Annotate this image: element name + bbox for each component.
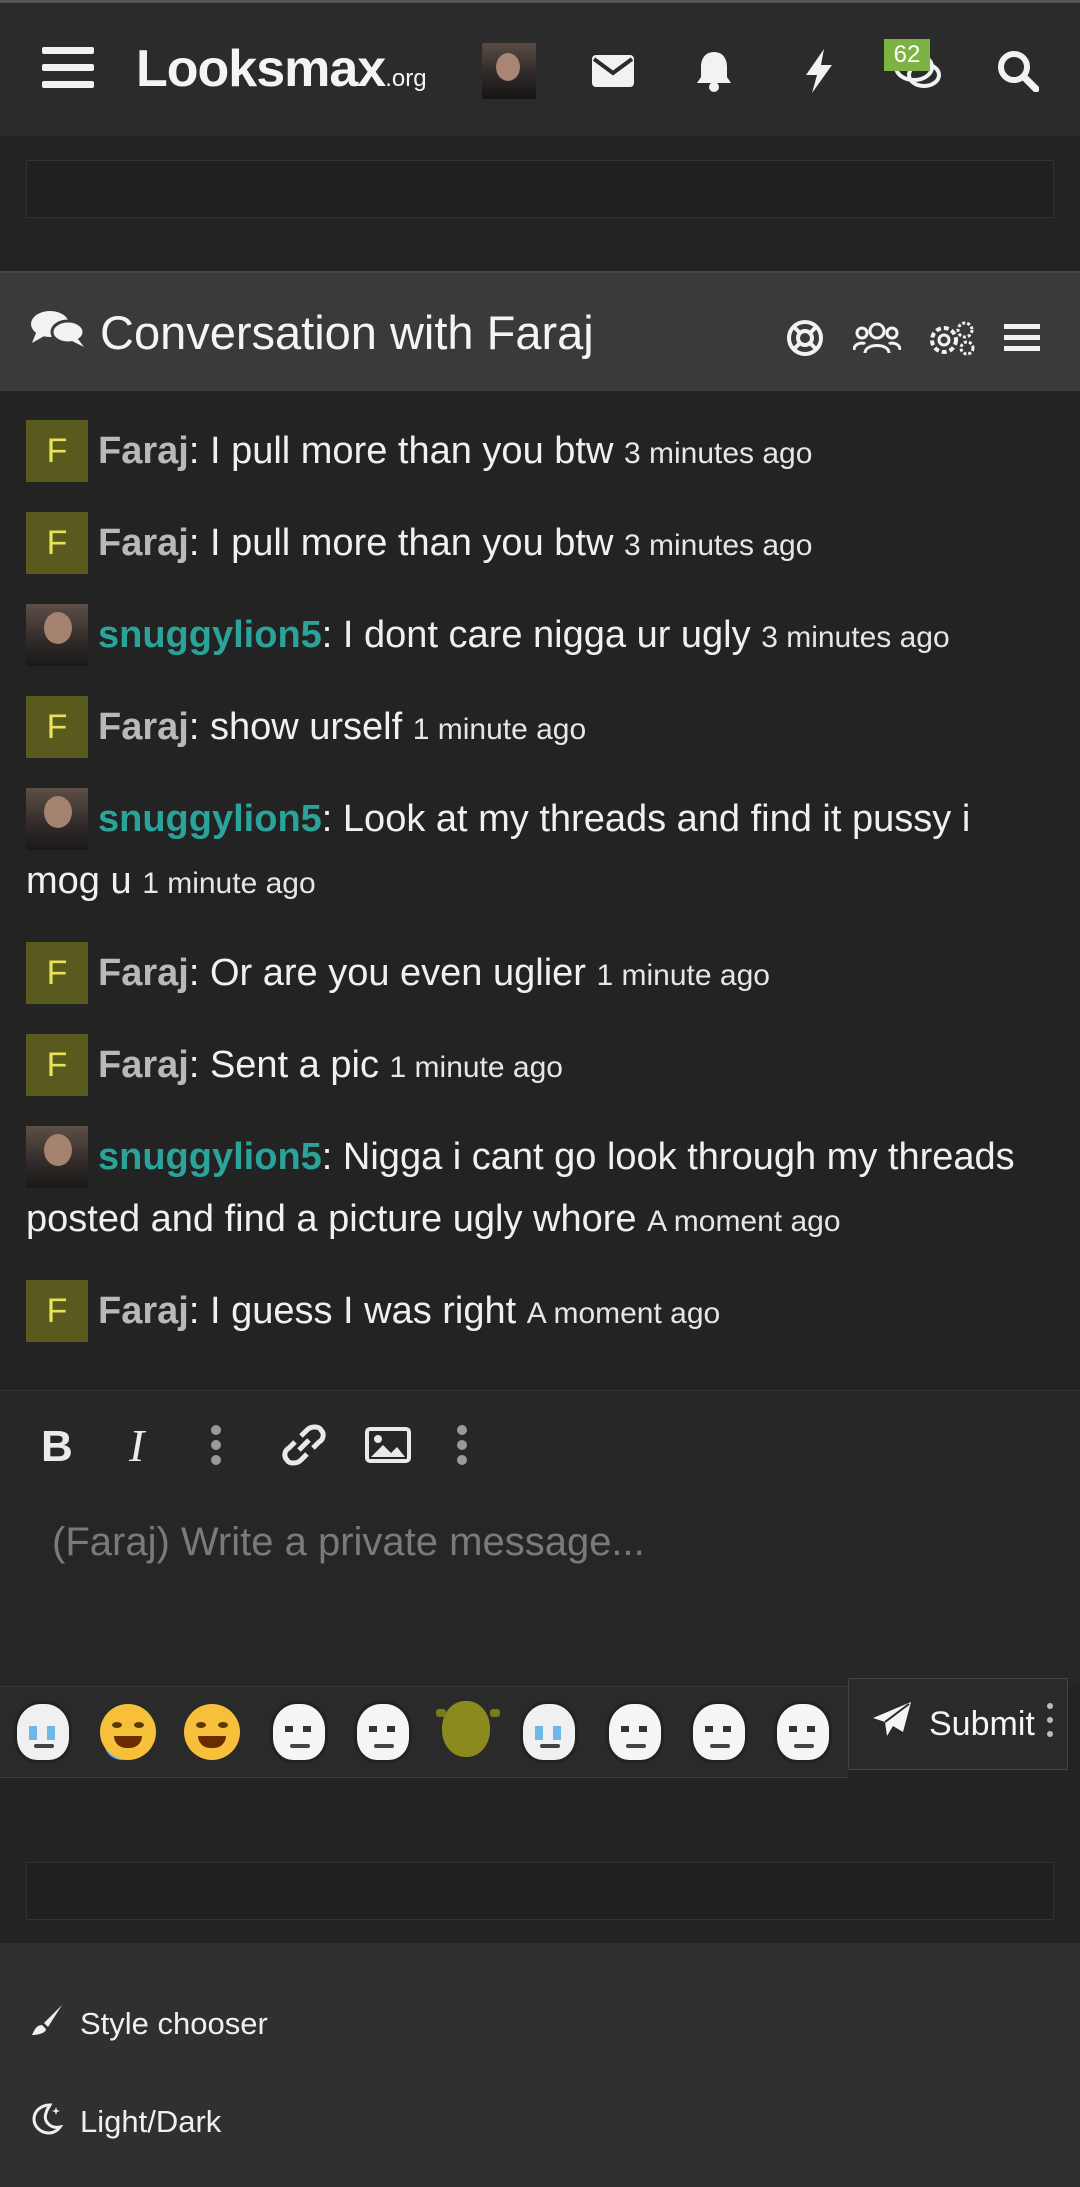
italic-icon[interactable]: I [112, 1417, 168, 1473]
tears-of-joy-emoji[interactable] [100, 1704, 156, 1760]
link-icon[interactable] [276, 1417, 332, 1473]
message-row: snuggylion5: Nigga i cant go look throug… [26, 1126, 1054, 1253]
message-row: F Faraj: I guess I was right A moment ago [26, 1280, 1054, 1345]
paper-plane-icon [871, 1700, 929, 1749]
message-timestamp: 1 minute ago [389, 1051, 563, 1084]
bell-icon[interactable] [686, 43, 742, 99]
glasses-wojak-emoji[interactable] [270, 1701, 328, 1763]
page-title: Conversation with Faraj [30, 305, 594, 360]
username-link[interactable]: Faraj [98, 1290, 189, 1332]
logo-text: Looksmax [136, 40, 386, 98]
message-row: F Faraj: I pull more than you btw 3 minut… [26, 512, 1054, 577]
username-link[interactable]: Faraj [98, 430, 189, 472]
svg-text:I: I [128, 1425, 147, 1465]
style-chooser-link[interactable]: Style chooser [30, 2003, 268, 2045]
letter-avatar[interactable]: F [26, 1034, 88, 1096]
letter-avatar[interactable]: F [26, 1280, 88, 1342]
message-timestamp: 3 minutes ago [761, 621, 950, 654]
grin-emoji[interactable] [184, 1704, 240, 1760]
message-list: F Faraj: I pull more than you btw 3 minut… [26, 420, 1054, 1372]
message-text: show urself [209, 706, 403, 748]
sad-wojak-emoji[interactable] [606, 1701, 664, 1763]
smilie-bar [0, 1686, 848, 1778]
svg-text:B: B [41, 1425, 73, 1465]
bolt-icon[interactable] [791, 43, 847, 99]
message-text: I pull more than you btw [209, 430, 614, 472]
more-options-icon[interactable] [434, 1417, 490, 1473]
envelope-icon[interactable] [585, 43, 641, 99]
submit-button[interactable]: Submit [848, 1678, 1068, 1770]
username-link[interactable]: snuggylion5 [98, 798, 322, 840]
username-link[interactable]: Faraj [98, 952, 189, 994]
message-timestamp: 1 minute ago [142, 867, 316, 900]
light-dark-label: Light/Dark [80, 2104, 222, 2139]
user-avatar[interactable] [26, 604, 88, 666]
message-row: snuggylion5: Look at my threads and find… [26, 788, 1054, 915]
shrek-emoji[interactable] [436, 1701, 490, 1757]
banner-placeholder [26, 1862, 1054, 1920]
wojak-emoji[interactable] [690, 1701, 748, 1763]
image-icon[interactable] [360, 1417, 416, 1473]
username-link[interactable]: Faraj [98, 522, 189, 564]
message-timestamp: A moment ago [647, 1205, 841, 1238]
letter-avatar[interactable]: F [26, 420, 88, 482]
username-link[interactable]: Faraj [98, 1044, 189, 1086]
moon-icon [30, 2101, 80, 2143]
editor-toolbar: B I [0, 1390, 1080, 1496]
conversation-title: Conversation with Faraj [100, 306, 594, 359]
crying-wojak-emoji[interactable] [520, 1701, 578, 1763]
message-text: Sent a pic [209, 1044, 379, 1086]
search-icon[interactable] [990, 43, 1046, 99]
letter-avatar[interactable]: F [26, 942, 88, 1004]
wojak-emoji[interactable] [354, 1701, 412, 1763]
bold-icon[interactable]: B [30, 1417, 86, 1473]
letter-avatar[interactable]: F [26, 512, 88, 574]
conversation-header: Conversation with Faraj [0, 271, 1080, 391]
message-timestamp: 3 minutes ago [623, 437, 813, 470]
lifebuoy-icon[interactable] [780, 313, 830, 363]
message-row: F Faraj: I pull more than you btw 3 minut… [26, 420, 1054, 485]
site-logo[interactable]: Looksmax.org [136, 39, 427, 99]
light-dark-toggle[interactable]: Light/Dark [30, 2101, 221, 2143]
username-link[interactable]: Faraj [98, 706, 189, 748]
message-row: snuggylion5: I dont care nigga ur ugly 3… [26, 604, 1054, 669]
paint-brush-icon [30, 2003, 80, 2045]
top-navigation-bar: Looksmax.org 62 [0, 0, 1080, 136]
user-avatar[interactable] [26, 1126, 88, 1188]
letter-avatar[interactable]: F [26, 696, 88, 758]
menu-icon[interactable] [997, 313, 1047, 363]
message-timestamp: 1 minute ago [596, 959, 770, 992]
username-link[interactable]: snuggylion5 [98, 614, 322, 656]
message-text: I guess I was right [209, 1290, 517, 1332]
banner-placeholder [26, 160, 1054, 218]
menu-icon[interactable] [42, 47, 94, 93]
message-text: I pull more than you btw [209, 522, 614, 564]
comments-icon [30, 305, 100, 360]
message-timestamp: 3 minutes ago [623, 529, 813, 562]
username-link[interactable]: snuggylion5 [98, 1136, 322, 1178]
message-text: I dont care nigga ur ugly [342, 614, 751, 656]
message-row: F Faraj: Or are you even uglier 1 minute … [26, 942, 1054, 1007]
user-avatar[interactable] [482, 43, 536, 99]
message-input[interactable] [0, 1496, 1080, 1686]
users-icon[interactable] [852, 313, 902, 363]
message-timestamp: 1 minute ago [412, 713, 587, 746]
more-options-icon[interactable] [1047, 1703, 1053, 1743]
logo-suffix: .org [385, 65, 427, 92]
conversation-count-badge: 62 [884, 39, 930, 71]
message-text: Or are you even uglier [209, 952, 586, 994]
more-options-icon[interactable] [188, 1417, 244, 1473]
glasses-wojak-emoji[interactable] [774, 1701, 832, 1763]
style-chooser-label: Style chooser [80, 2006, 268, 2041]
footer: Style chooser Light/Dark [0, 1943, 1080, 2187]
message-row: F Faraj: show urself 1 minute ago [26, 696, 1054, 761]
message-row: F Faraj: Sent a pic 1 minute ago [26, 1034, 1054, 1099]
submit-label: Submit [929, 1704, 1035, 1743]
gears-icon[interactable] [927, 313, 977, 363]
user-avatar[interactable] [26, 788, 88, 850]
message-timestamp: A moment ago [526, 1297, 721, 1330]
crying-wojak-emoji[interactable] [14, 1701, 72, 1763]
